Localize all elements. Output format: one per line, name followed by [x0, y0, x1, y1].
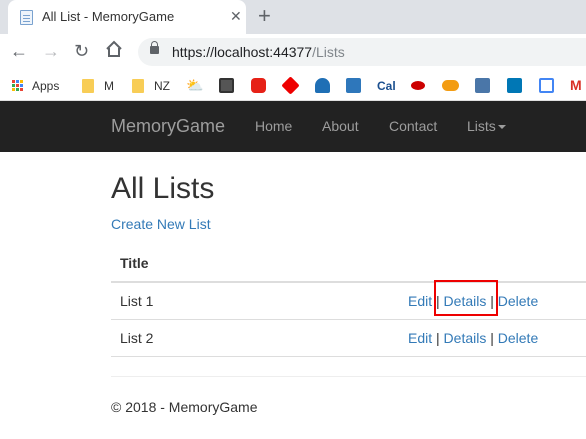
cal-icon: Cal [377, 78, 396, 93]
close-icon[interactable]: ✕ [230, 8, 242, 24]
new-tab-button[interactable]: + [258, 5, 271, 27]
mastercard-icon[interactable] [411, 81, 425, 90]
row-title: List 2 [120, 330, 154, 346]
delete-link[interactable]: Delete [498, 330, 538, 346]
folder-icon [132, 78, 144, 93]
youtube-icon[interactable] [251, 78, 266, 93]
nav-about[interactable]: About [322, 118, 359, 134]
brand-link[interactable]: MemoryGame [111, 116, 225, 137]
edit-link[interactable]: Edit [408, 293, 432, 309]
url-host: https://localhost:44377 [172, 44, 313, 60]
bookmark-blue-icon[interactable] [315, 78, 330, 93]
gmail-icon[interactable]: M [570, 78, 585, 93]
reload-icon[interactable]: ↻ [74, 41, 89, 61]
diamond-icon[interactable] [281, 76, 300, 95]
lock-icon [150, 41, 159, 54]
site-navbar: MemoryGame Home About Contact Lists [0, 101, 586, 152]
forward-arrow-icon[interactable]: → [42, 41, 60, 61]
bookmark-folder-nz[interactable]: NZ [132, 77, 170, 94]
browser-toolbar: ← → ↻ https://localhost:44377/Lists [0, 34, 586, 70]
bookmark-label: M [104, 78, 114, 93]
tab-title: All List - MemoryGame [42, 9, 175, 24]
url-path: /Lists [312, 44, 345, 60]
url-text: https://localhost:44377/Lists [172, 44, 345, 60]
nav-lists-label: Lists [467, 118, 496, 134]
apps-grid-icon [12, 79, 24, 92]
table-row: List 1 Edit | Details | Delete [111, 283, 586, 320]
bookmark-square-icon[interactable] [219, 78, 234, 93]
bookmark-orange-icon[interactable] [442, 80, 459, 91]
nav-home[interactable]: Home [255, 118, 292, 134]
address-bar[interactable]: https://localhost:44377/Lists [138, 38, 586, 66]
browser-tab-strip: All List - MemoryGame ✕ + [0, 0, 586, 34]
bookmark-cal[interactable]: Cal [377, 77, 396, 94]
page-favicon-icon [20, 10, 33, 25]
details-link[interactable]: Details [444, 330, 487, 346]
nav-lists-dropdown[interactable]: Lists [467, 118, 506, 134]
row-title: List 1 [120, 293, 154, 309]
weather-icon[interactable]: ⛅ [186, 78, 203, 93]
edit-link[interactable]: Edit [408, 330, 432, 346]
create-new-list-link[interactable]: Create New List [111, 216, 211, 232]
amex-icon[interactable] [346, 78, 361, 93]
delete-link[interactable]: Delete [498, 293, 538, 309]
bookmark-folder-m[interactable]: M [82, 77, 114, 94]
folder-icon [82, 78, 94, 93]
linkedin-icon[interactable] [507, 78, 522, 93]
footer-copyright: © 2018 - MemoryGame [111, 399, 258, 415]
table-row: List 2 Edit | Details | Delete [111, 320, 586, 357]
page-title: All Lists [111, 172, 215, 205]
caret-down-icon [497, 125, 506, 130]
nav-contact[interactable]: Contact [389, 118, 437, 134]
bookmark-apps[interactable]: Apps [12, 77, 59, 94]
column-header-title: Title [120, 255, 149, 271]
browser-tab[interactable]: All List - MemoryGame ✕ [8, 0, 246, 34]
back-arrow-icon[interactable]: ← [10, 41, 28, 61]
footer-divider [111, 376, 586, 377]
bookmark-label: Apps [32, 78, 60, 93]
bookmark-label: NZ [154, 78, 170, 93]
row-actions: Edit | Details | Delete [408, 330, 538, 346]
highlight-box [434, 280, 498, 316]
home-icon[interactable] [105, 40, 123, 62]
google-calendar-icon[interactable] [539, 78, 554, 93]
vk-icon[interactable] [475, 78, 490, 93]
separator: | [436, 330, 444, 346]
bookmarks-bar: Apps M NZ ⛅ Cal M [0, 70, 586, 101]
separator: | [490, 330, 498, 346]
